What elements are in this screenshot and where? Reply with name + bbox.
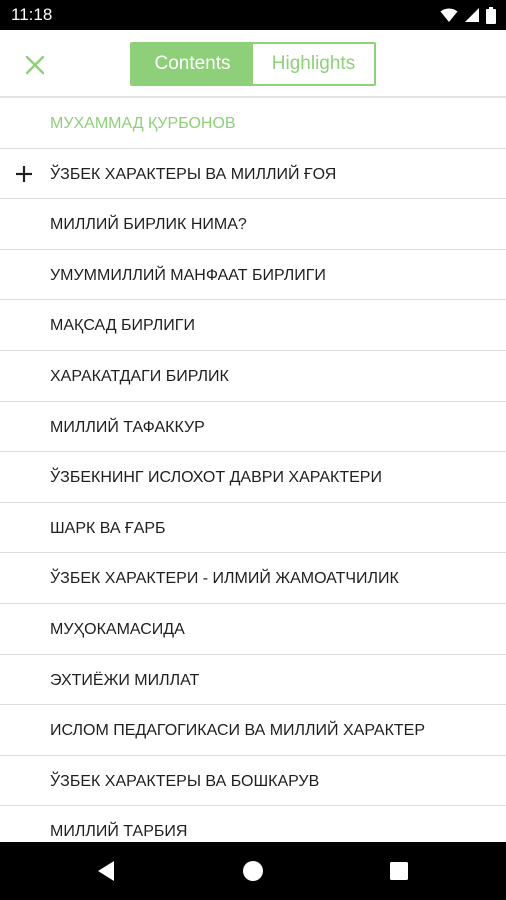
list-item-label: МИЛЛИЙ ТАРБИЯ	[50, 823, 188, 841]
list-item-author[interactable]: МУХАММАД ҚУРБОНОВ	[0, 98, 506, 149]
list-item[interactable]: МИЛЛИЙ ТАФАККУР	[0, 402, 506, 453]
status-bar: 11:18	[0, 0, 506, 30]
close-button[interactable]	[20, 50, 50, 80]
list-item-label: МИЛЛИЙ БИРЛИК НИМА?	[50, 216, 247, 234]
list-item[interactable]: ХАРАКАТДАГИ БИРЛИК	[0, 351, 506, 402]
home-icon[interactable]	[240, 858, 266, 884]
list-item[interactable]: ЎЗБЕКНИНГ ИСЛОХОТ ДАВРИ ХАРАКТЕРИ	[0, 452, 506, 503]
list-item-label: МУҲОКАМАСИДА	[50, 620, 185, 638]
recents-icon[interactable]	[386, 858, 412, 884]
status-time: 11:18	[11, 5, 53, 24]
list-item[interactable]: ЎЗБЕК ХАРАКТЕРИ - ИЛМИЙ ЖАМОАТЧИЛИК	[0, 553, 506, 604]
list-item[interactable]: ЭХТИЁЖИ МИЛЛАТ	[0, 655, 506, 706]
list-item[interactable]: ШАРК ВА ҒАРБ	[0, 503, 506, 554]
cellular-signal-icon	[465, 8, 479, 22]
list-item-label: ЭХТИЁЖИ МИЛЛАТ	[50, 671, 200, 689]
list-item-label: УМУММИЛЛИЙ МАНФААТ БИРЛИГИ	[50, 266, 326, 284]
list-item-label: ХАРАКАТДАГИ БИРЛИК	[50, 367, 229, 385]
tab-contents[interactable]: Contents	[132, 44, 253, 84]
toolbar: Contents Highlights	[0, 30, 506, 98]
list-item[interactable]: МИЛЛИЙ ТАРБИЯ	[0, 806, 506, 842]
list-item-label: МИЛЛИЙ ТАФАККУР	[50, 418, 205, 436]
list-item-label: ИСЛОМ ПЕДАГОГИКАСИ ВА МИЛЛИЙ ХАРАКТЕР	[50, 722, 426, 740]
list-item[interactable]: ЎЗБЕК ХАРАКТЕРЫ ВА БОШКАРУВ	[0, 756, 506, 807]
list-item[interactable]: УМУММИЛЛИЙ МАНФААТ БИРЛИГИ	[0, 250, 506, 301]
list-item-label: ШАРК ВА ҒАРБ	[50, 519, 166, 537]
list-item[interactable]: МУҲОКАМАСИДА	[0, 604, 506, 655]
back-icon[interactable]	[94, 858, 120, 884]
close-icon	[25, 55, 45, 75]
list-item-label: МУХАММАД ҚУРБОНОВ	[50, 115, 236, 132]
navigation-bar	[0, 842, 506, 900]
list-item[interactable]: МИЛЛИЙ БИРЛИК НИМА?	[0, 199, 506, 250]
list-item-label: ЎЗБЕК ХАРАКТЕРЫ ВА БОШКАРУВ	[50, 772, 320, 790]
expand-plus-icon[interactable]	[14, 164, 34, 184]
list-item[interactable]: ЎЗБЕК ХАРАКТЕРЫ ВА МИЛЛИЙ ҒОЯ	[0, 149, 506, 200]
tab-highlights[interactable]: Highlights	[253, 44, 374, 84]
list-item-label: ЎЗБЕК ХАРАКТЕРИ - ИЛМИЙ ЖАМОАТЧИЛИК	[50, 570, 399, 588]
status-icons	[440, 6, 496, 24]
wifi-icon	[440, 8, 458, 22]
list-item-label: ЎЗБЕКНИНГ ИСЛОХОТ ДАВРИ ХАРАКТЕРИ	[50, 469, 382, 487]
tab-switcher: Contents Highlights	[130, 42, 376, 86]
battery-icon	[486, 6, 496, 24]
list-item-label: ЎЗБЕК ХАРАКТЕРЫ ВА МИЛЛИЙ ҒОЯ	[50, 165, 337, 183]
list-item[interactable]: ИСЛОМ ПЕДАГОГИКАСИ ВА МИЛЛИЙ ХАРАКТЕР	[0, 705, 506, 756]
list-item-label: МАҚСАД БИРЛИГИ	[50, 317, 195, 335]
list-item[interactable]: МАҚСАД БИРЛИГИ	[0, 300, 506, 351]
contents-list: МУХАММАД ҚУРБОНОВ ЎЗБЕК ХАРАКТЕРЫ ВА МИЛ…	[0, 98, 506, 842]
